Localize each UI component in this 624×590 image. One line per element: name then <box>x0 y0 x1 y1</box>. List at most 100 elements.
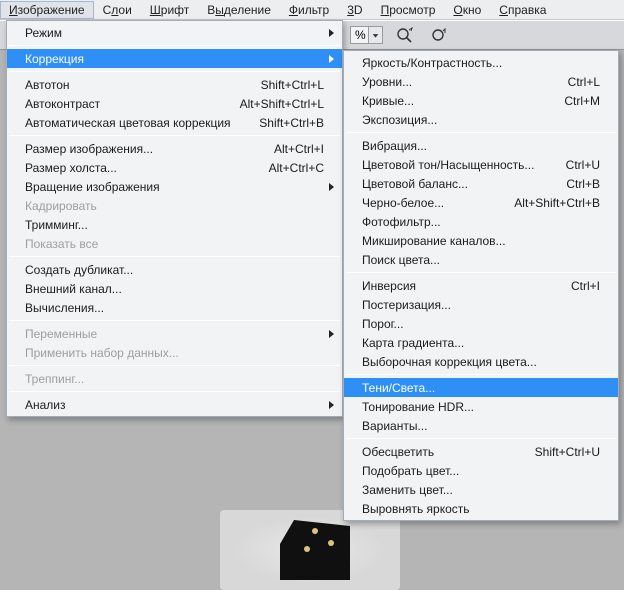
menu-item-label: Инверсия <box>362 279 571 293</box>
menu-item-label: Тени/Света... <box>362 381 600 395</box>
submenu-arrow-icon <box>329 330 334 338</box>
menubar-item[interactable]: Справка <box>490 1 555 19</box>
menu-item[interactable]: Поиск цвета... <box>344 250 618 269</box>
menu-item-label: Автоконтраст <box>25 97 240 111</box>
menu-item[interactable]: Вычисления... <box>7 298 342 317</box>
menu-separator <box>346 438 616 439</box>
submenu-arrow-icon <box>329 401 334 409</box>
menu-item-label: Черно-белое... <box>362 196 514 210</box>
menubar-item[interactable]: Шрифт <box>141 1 198 19</box>
menu-separator <box>9 71 340 72</box>
menu-separator <box>346 374 616 375</box>
menu-item-label: Автотон <box>25 78 261 92</box>
menu-item[interactable]: Постеризация... <box>344 295 618 314</box>
menu-item[interactable]: Цветовой баланс...Ctrl+B <box>344 174 618 193</box>
menu-item[interactable]: АвтоконтрастAlt+Shift+Ctrl+L <box>7 94 342 113</box>
menu-item[interactable]: Коррекция <box>7 49 342 68</box>
menu-item: Треппинг... <box>7 369 342 388</box>
menu-item[interactable]: Микширование каналов... <box>344 231 618 250</box>
menu-item[interactable]: Выборочная коррекция цвета... <box>344 352 618 371</box>
menubar-item[interactable]: 3D <box>338 1 371 19</box>
menu-item[interactable]: Подобрать цвет... <box>344 461 618 480</box>
menu-separator <box>9 365 340 366</box>
menu-item-label: Экспозиция... <box>362 113 600 127</box>
menu-separator <box>9 320 340 321</box>
menu-item[interactable]: Тени/Света... <box>344 378 618 397</box>
menu-item[interactable]: Цветовой тон/Насыщенность...Ctrl+U <box>344 155 618 174</box>
menu-item-shortcut: Ctrl+B <box>566 177 600 191</box>
menu-item[interactable]: ИнверсияCtrl+I <box>344 276 618 295</box>
menu-item[interactable]: Анализ <box>7 395 342 414</box>
document-preview <box>220 510 400 590</box>
menu-item[interactable]: Карта градиента... <box>344 333 618 352</box>
menu-item-label: Режим <box>25 26 324 40</box>
menu-item-shortcut: Ctrl+I <box>571 279 600 293</box>
menu-item-shortcut: Alt+Shift+Ctrl+L <box>240 97 324 111</box>
menu-item-label: Микширование каналов... <box>362 234 600 248</box>
menu-item[interactable]: Автоматическая цветовая коррекцияShift+C… <box>7 113 342 132</box>
menu-item[interactable]: Кривые...Ctrl+M <box>344 91 618 110</box>
menu-item[interactable]: Порог... <box>344 314 618 333</box>
menu-item-label: Яркость/Контрастность... <box>362 56 600 70</box>
zoom-dropdown[interactable] <box>369 26 383 44</box>
menu-item[interactable]: Яркость/Контрастность... <box>344 53 618 72</box>
menu-item[interactable]: Варианты... <box>344 416 618 435</box>
menubar-item[interactable]: Просмотр <box>372 1 445 19</box>
menu-item[interactable]: Выровнять яркость <box>344 499 618 518</box>
menu-item-label: Переменные <box>25 327 324 341</box>
menu-item-label: Варианты... <box>362 419 600 433</box>
menu-item: Кадрировать <box>7 196 342 215</box>
menu-item[interactable]: Режим <box>7 23 342 42</box>
menu-item[interactable]: АвтотонShift+Ctrl+L <box>7 75 342 94</box>
menu-item[interactable]: Размер изображения...Alt+Ctrl+I <box>7 139 342 158</box>
rotate-view-icon[interactable] <box>427 24 451 46</box>
menu-item-shortcut: Ctrl+L <box>568 75 600 89</box>
menu-item[interactable]: Вращение изображения <box>7 177 342 196</box>
menu-item[interactable]: ОбесцветитьShift+Ctrl+U <box>344 442 618 461</box>
menu-item-label: Показать все <box>25 237 324 251</box>
menubar-item[interactable]: Слои <box>94 1 141 19</box>
menu-item-label: Карта градиента... <box>362 336 600 350</box>
menu-item-label: Размер изображения... <box>25 142 274 156</box>
menu-item-label: Тонирование HDR... <box>362 400 600 414</box>
menu-item-label: Кадрировать <box>25 199 324 213</box>
zoom-field[interactable]: % <box>350 26 369 44</box>
menu-item: Переменные <box>7 324 342 343</box>
menu-item[interactable]: Заменить цвет... <box>344 480 618 499</box>
menu-item-shortcut: Alt+Ctrl+I <box>274 142 324 156</box>
menu-item-label: Анализ <box>25 398 324 412</box>
menu-separator <box>9 256 340 257</box>
menu-item-label: Порог... <box>362 317 600 331</box>
menu-item[interactable]: Создать дубликат... <box>7 260 342 279</box>
menu-item-shortcut: Ctrl+U <box>566 158 600 172</box>
menu-item-label: Фотофильтр... <box>362 215 600 229</box>
submenu-arrow-icon <box>329 55 334 63</box>
menu-item[interactable]: Тримминг... <box>7 215 342 234</box>
menubar: ИзображениеСлоиШрифтВыделениеФильтр3DПро… <box>0 0 624 20</box>
menubar-item[interactable]: Изображение <box>0 1 94 19</box>
menu-item-label: Обесцветить <box>362 445 535 459</box>
menu-item: Показать все <box>7 234 342 253</box>
menu-item[interactable]: Фотофильтр... <box>344 212 618 231</box>
menu-item[interactable]: Черно-белое...Alt+Shift+Ctrl+B <box>344 193 618 212</box>
menu-item[interactable]: Тонирование HDR... <box>344 397 618 416</box>
menu-item[interactable]: Размер холста...Alt+Ctrl+C <box>7 158 342 177</box>
menubar-item[interactable]: Выделение <box>198 1 280 19</box>
menu-item-label: Коррекция <box>25 52 324 66</box>
menu-separator <box>346 272 616 273</box>
menubar-item[interactable]: Фильтр <box>280 1 338 19</box>
menu-item-label: Цветовой баланс... <box>362 177 566 191</box>
menu-separator <box>9 135 340 136</box>
menu-item[interactable]: Вибрация... <box>344 136 618 155</box>
menu-item-shortcut: Shift+Ctrl+L <box>261 78 324 92</box>
menubar-item[interactable]: Окно <box>444 1 490 19</box>
menu-separator <box>9 45 340 46</box>
menu-item[interactable]: Внешний канал... <box>7 279 342 298</box>
menu-item-label: Тримминг... <box>25 218 324 232</box>
scrubby-zoom-icon[interactable] <box>393 24 417 46</box>
menu-item[interactable]: Уровни...Ctrl+L <box>344 72 618 91</box>
menu-item-label: Размер холста... <box>25 161 269 175</box>
zoom-label: % <box>355 28 366 42</box>
menu-image: РежимКоррекцияАвтотонShift+Ctrl+LАвтокон… <box>6 20 343 417</box>
menu-item[interactable]: Экспозиция... <box>344 110 618 129</box>
